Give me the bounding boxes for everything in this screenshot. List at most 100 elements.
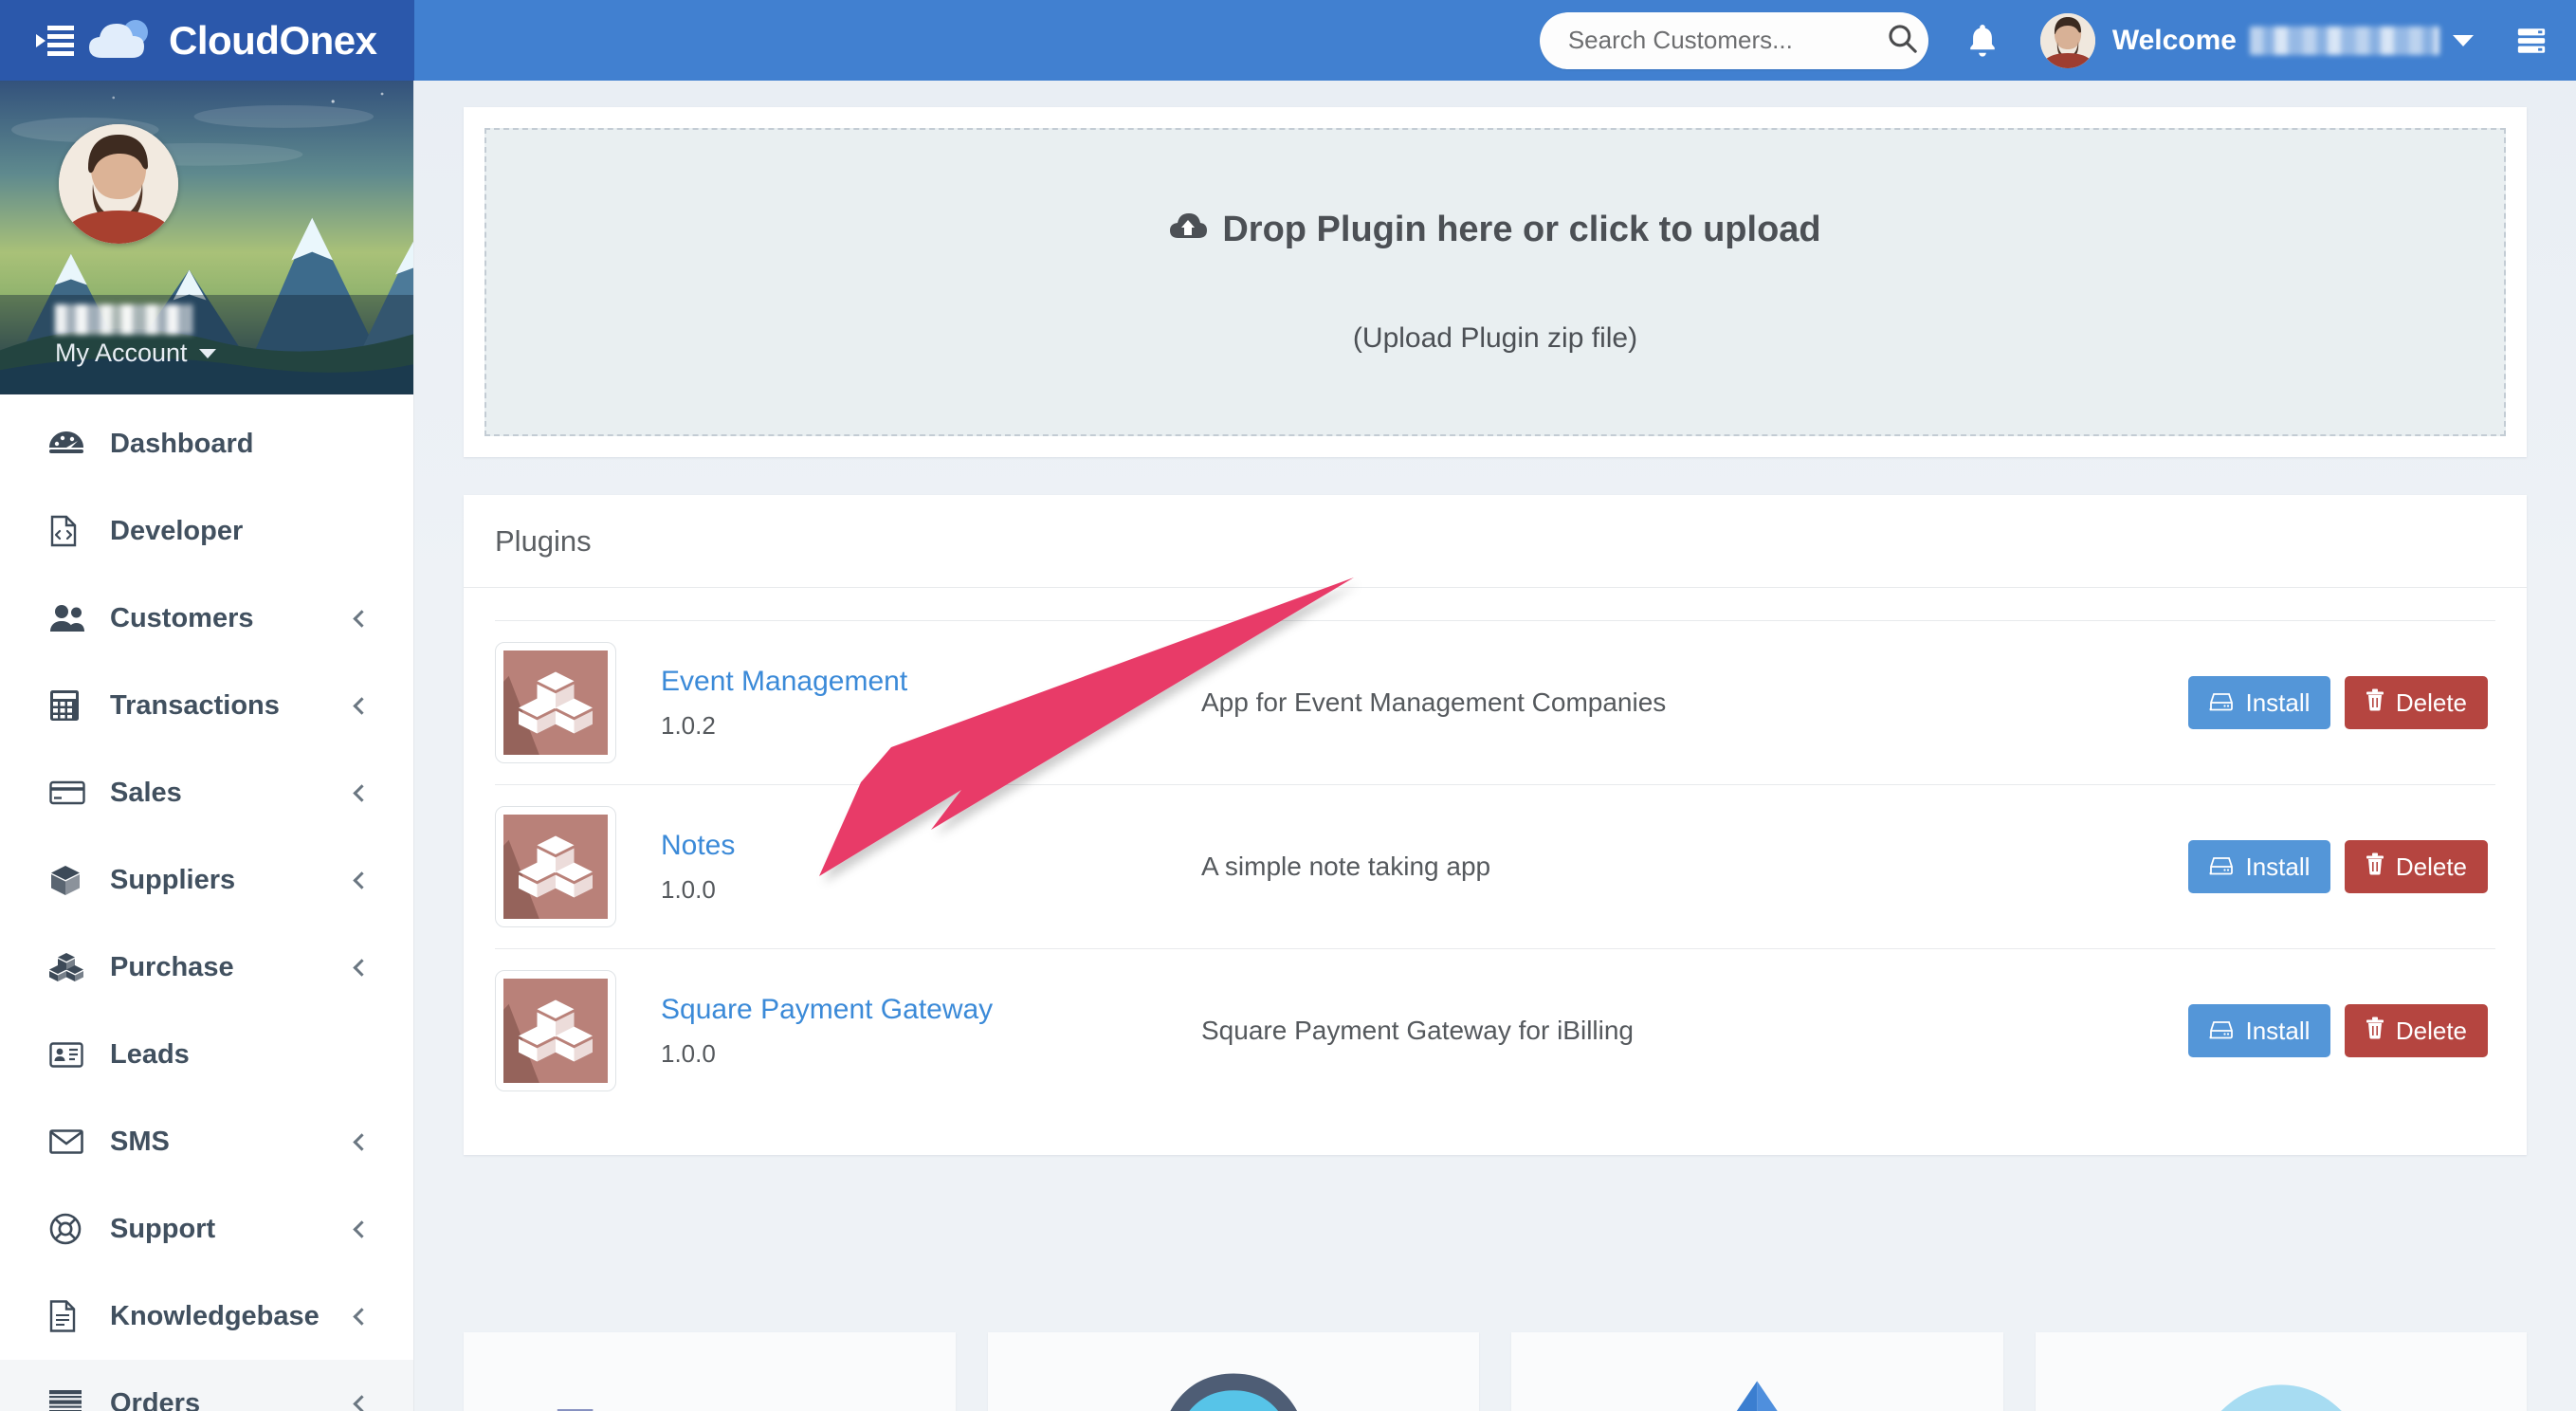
chevron-left-icon[interactable]	[353, 609, 371, 628]
delete-button[interactable]: Delete	[2344, 840, 2488, 893]
illustration-card-chart[interactable]	[464, 1332, 956, 1411]
sidebar-item-sms[interactable]: SMS	[0, 1098, 413, 1185]
chevron-left-icon[interactable]	[353, 1394, 371, 1411]
delete-button-label: Delete	[2395, 687, 2467, 717]
plugin-actions-cell: Install Delete	[1981, 784, 2495, 949]
chevron-left-icon[interactable]	[353, 1219, 371, 1238]
hdd-icon	[2209, 1017, 2234, 1046]
sidebar-item-label: Transactions	[110, 689, 280, 721]
plugins-card: Plugins Event Management 1.0.2 App for E…	[464, 495, 2527, 1155]
sidebar-nav: Dashboard Developer Customers Transactio…	[0, 394, 413, 1411]
my-account-label: My Account	[55, 339, 188, 367]
sidebar-item-knowledgebase[interactable]: Knowledgebase	[0, 1273, 413, 1360]
person-bubble-illustration	[2220, 1384, 2342, 1411]
sidebar-collapse-icon[interactable]	[30, 16, 80, 65]
plugin-description-cell: Square Payment Gateway for iBilling	[1201, 948, 1982, 1112]
page-title: Plugins	[495, 523, 592, 558]
chevron-down-icon[interactable]	[2453, 34, 2474, 46]
install-button[interactable]: Install	[2188, 1004, 2331, 1057]
sidebar-item-label: Purchase	[110, 951, 234, 982]
sidebar-item-dashboard[interactable]: Dashboard	[0, 400, 413, 487]
user-menu[interactable]: Welcome	[2112, 25, 2474, 57]
sidebar-item-label: Dashboard	[110, 428, 254, 459]
trash-icon	[2366, 1017, 2384, 1046]
sidebar: My Account Dashboard Developer Customers…	[0, 81, 414, 1411]
bell-icon[interactable]	[1966, 23, 1999, 59]
box-icon	[49, 864, 85, 896]
search-box[interactable]	[1539, 11, 1928, 69]
sidebar-item-customers[interactable]: Customers	[0, 575, 413, 662]
trash-icon	[2366, 852, 2384, 882]
install-button[interactable]: Install	[2188, 676, 2331, 729]
sidebar-profile-footer: My Account	[0, 295, 413, 394]
trash-icon	[2366, 688, 2384, 718]
sidebar-item-suppliers[interactable]: Suppliers	[0, 836, 413, 924]
plugin-description-cell: A simple note taking app	[1201, 784, 1982, 949]
sidebar-item-purchase[interactable]: Purchase	[0, 924, 413, 1011]
delete-button[interactable]: Delete	[2344, 1004, 2488, 1057]
sidebar-item-label: Customers	[110, 602, 254, 633]
brand-logo-link[interactable]: CloudOnex	[87, 16, 377, 65]
plugin-dropzone[interactable]: Drop Plugin here or click to upload (Upl…	[484, 128, 2506, 436]
sidebar-item-label: Sales	[110, 777, 182, 808]
bar-chart-illustration	[557, 1409, 594, 1411]
cloud-upload-icon	[1169, 210, 1208, 250]
dropzone-title-text: Drop Plugin here or click to upload	[1222, 210, 1821, 249]
life-ring-icon	[49, 1213, 85, 1245]
chevron-left-icon[interactable]	[353, 696, 371, 715]
topbar-actions-area: Welcome	[414, 0, 2576, 81]
upload-card: Drop Plugin here or click to upload (Upl…	[464, 107, 2527, 457]
plugin-name-cell: Square Payment Gateway 1.0.0	[661, 948, 1201, 1112]
sidebar-item-transactions[interactable]: Transactions	[0, 662, 413, 749]
brand-name: CloudOnex	[169, 17, 377, 63]
profile-avatar[interactable]	[59, 124, 178, 244]
chevron-left-icon[interactable]	[353, 958, 371, 977]
plugins-card-body: Event Management 1.0.2 App for Event Man…	[464, 588, 2527, 1155]
welcome-label: Welcome	[2111, 24, 2237, 56]
chevron-left-icon[interactable]	[353, 1132, 371, 1151]
sidebar-item-label: Suppliers	[110, 864, 236, 895]
plugin-name-cell: Notes 1.0.0	[661, 784, 1201, 949]
table-row: Notes 1.0.0 A simple note taking app Ins…	[495, 784, 2495, 949]
install-button-label: Install	[2245, 852, 2311, 881]
plugin-version: 1.0.0	[661, 874, 716, 904]
hdd-icon	[2209, 688, 2234, 718]
avatar[interactable]	[2039, 12, 2095, 68]
table-row: Event Management 1.0.2 App for Event Man…	[495, 620, 2495, 785]
chevron-left-icon[interactable]	[353, 870, 371, 889]
install-button[interactable]: Install	[2188, 840, 2331, 893]
sidebar-item-sales[interactable]: Sales	[0, 749, 413, 836]
plugin-description: A simple note taking app	[1201, 852, 1491, 881]
profile-name-redacted	[55, 304, 192, 335]
hdd-icon	[2209, 852, 2234, 882]
paper-plane-illustration	[1736, 1381, 1778, 1411]
plugin-icon-cell	[495, 948, 661, 1112]
sidebar-item-developer[interactable]: Developer	[0, 487, 413, 575]
search-input[interactable]	[1567, 26, 1886, 55]
sidebar-profile-panel: My Account	[0, 81, 413, 394]
cubes-plugin-icon	[495, 806, 616, 927]
plugin-name-link[interactable]: Square Payment Gateway	[661, 994, 1201, 1026]
plugin-name-link[interactable]: Event Management	[661, 666, 1201, 698]
sidebar-item-support[interactable]: Support	[0, 1185, 413, 1273]
illustration-card-balloon[interactable]	[987, 1332, 1479, 1411]
plugins-card-header: Plugins	[464, 495, 2527, 588]
delete-button[interactable]: Delete	[2344, 676, 2488, 729]
document-icon	[49, 1300, 85, 1332]
my-account-dropdown[interactable]: My Account	[55, 339, 413, 368]
plugin-actions-cell: Install Delete	[1981, 948, 2495, 1112]
plugin-name-link[interactable]: Notes	[661, 830, 1201, 862]
sidebar-item-label: Developer	[110, 515, 244, 546]
sidebar-item-orders[interactable]: Orders	[0, 1360, 413, 1411]
chevron-left-icon[interactable]	[353, 1307, 371, 1326]
server-list-icon[interactable]	[2515, 25, 2548, 57]
illustration-card-plane[interactable]	[1511, 1332, 2003, 1411]
illustration-card-person[interactable]	[2035, 1332, 2527, 1411]
plugin-description: App for Event Management Companies	[1201, 687, 1667, 717]
chevron-left-icon[interactable]	[353, 783, 371, 802]
search-icon[interactable]	[1886, 22, 1918, 59]
sidebar-item-leads[interactable]: Leads	[0, 1011, 413, 1098]
sidebar-item-label: Orders	[110, 1387, 201, 1411]
chevron-down-icon[interactable]	[198, 348, 216, 358]
plugin-description: Square Payment Gateway for iBilling	[1201, 1016, 1634, 1045]
